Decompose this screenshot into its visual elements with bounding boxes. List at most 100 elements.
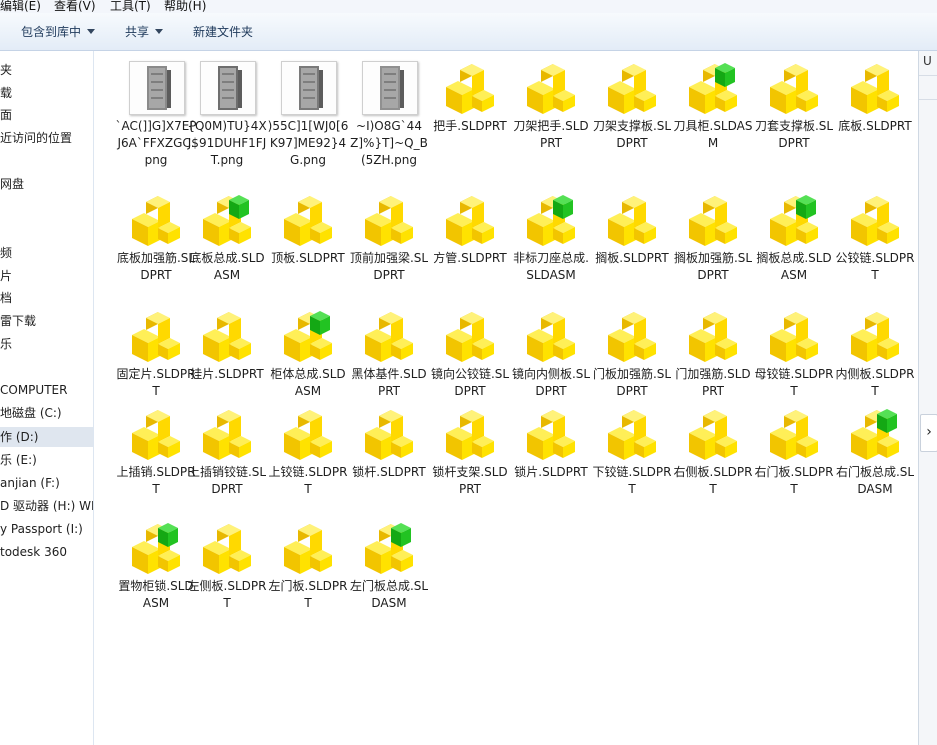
solidworks-part-icon (681, 402, 745, 466)
solidworks-assembly-icon (762, 188, 826, 252)
nav-item[interactable]: 网盘 (0, 174, 93, 194)
nav-item[interactable]: 片 (0, 266, 93, 286)
divider (919, 75, 937, 76)
solidworks-part-icon (519, 402, 583, 466)
solidworks-part-icon (357, 188, 421, 252)
nav-item[interactable]: 雷下载 (0, 311, 93, 331)
file-name-label: 搁板加强筋.SLDPRT (673, 251, 753, 282)
include-in-library-button[interactable]: 包含到库中 (21, 23, 96, 41)
dropdown-arrow-icon (155, 29, 164, 34)
solidworks-part-icon (438, 188, 502, 252)
file-name-label: 右门板.SLDPRT (754, 465, 834, 496)
solidworks-part-icon (357, 304, 421, 368)
file-name-label: 固定片.SLDPRT (116, 367, 196, 398)
nav-item[interactable]: y Passport (I:) (0, 519, 93, 539)
file-name-label: 把手.SLDPRT (433, 119, 507, 133)
nav-item[interactable]: 载 (0, 83, 93, 103)
solidworks-part-icon (600, 304, 664, 368)
new-folder-label: 新建文件夹 (193, 25, 254, 39)
solidworks-part-icon (681, 304, 745, 368)
solidworks-part-icon (762, 56, 826, 120)
share-button[interactable]: 共享 (125, 23, 164, 41)
nav-item[interactable]: 面 (0, 105, 93, 125)
solidworks-part-icon (124, 188, 188, 252)
solidworks-part-icon (357, 402, 421, 466)
command-toolbar: 包含到库中 共享 新建文件夹 (0, 13, 937, 51)
nav-item (0, 220, 93, 240)
file-name-label: 挂片.SLDPRT (190, 367, 264, 381)
file-name-label: 柜体总成.SLDASM (270, 367, 346, 398)
file-name-label: 刀架支撑板.SLDPRT (592, 119, 672, 150)
file-name-label: ~I)O8G`44Z]%}T]~Q_B(5ZH.png (350, 119, 428, 167)
file-name-label: 下铰链.SLDPRT (592, 465, 672, 496)
file-name-label: 刀套支撑板.SLDPRT (754, 119, 834, 150)
nav-item[interactable]: 夹 (0, 60, 93, 80)
solidworks-assembly-icon (276, 304, 340, 368)
file-name-label: 锁杆.SLDPRT (352, 465, 426, 479)
nav-item[interactable]: 地磁盘 (C:) (0, 403, 93, 423)
file-name-label: 门加强筋.SLDPRT (675, 367, 751, 398)
nav-item[interactable]: 作 (D:) (0, 427, 93, 447)
file-name-label: 底板加强筋.SLDPRT (116, 251, 196, 282)
solidworks-part-icon (195, 402, 259, 466)
nav-item[interactable]: todesk 360 (0, 542, 93, 562)
nav-item[interactable]: anjian (F:) (0, 473, 93, 493)
nav-item (0, 151, 93, 171)
file-name-label: 顶前加强梁.SLDPRT (349, 251, 429, 282)
file-name-label: 上插销铰链.SLDPRT (187, 465, 267, 496)
nav-item[interactable]: 近访问的位置 (0, 128, 93, 148)
file-name-label: 刀具柜.SLDASM (673, 119, 753, 150)
file-name-label: 门板加强筋.SLDPRT (592, 367, 672, 398)
solidworks-assembly-icon (124, 516, 188, 580)
file-name-label: 非标刀座总成.SLDASM (513, 251, 589, 282)
solidworks-assembly-icon (681, 56, 745, 120)
image-thumbnail (195, 56, 259, 120)
solidworks-part-icon (843, 188, 907, 252)
file-name-label: 黑体基件.SLDPRT (351, 367, 427, 398)
solidworks-part-icon (276, 188, 340, 252)
file-name-label: 搁板.SLDPRT (595, 251, 669, 265)
solidworks-part-icon (681, 188, 745, 252)
new-folder-button[interactable]: 新建文件夹 (193, 23, 253, 41)
file-name-label: )55C]1[WJ0[6K97]ME92}4G.png (267, 119, 349, 167)
solidworks-part-icon (843, 56, 907, 120)
nav-item[interactable]: 乐 (E:) (0, 450, 93, 470)
details-pane: U (918, 51, 937, 745)
solidworks-assembly-icon (519, 188, 583, 252)
file-list-view: `AC(]]G]X7EPJ6A`FFXZGC.png {Q0M)TU}4XJ$91… (94, 51, 917, 745)
file-name-label: 左侧板.SLDPRT (187, 579, 267, 610)
file-name-label: 锁杆支架.SLDPRT (432, 465, 508, 496)
file-name-label: `AC(]]G]X7EPJ6A`FFXZGC.png (115, 119, 197, 167)
nav-item[interactable]: D 驱动器 (H:) WD (0, 496, 93, 516)
chevron-right-icon[interactable]: › (920, 414, 937, 452)
share-label: 共享 (125, 25, 150, 39)
navigation-pane: 夹载面近访问的位置 网盘频片档雷下载乐 COMPUTER 地磁盘 (C:) 作 (D:)… (0, 51, 94, 745)
menu-view[interactable]: 查看(V) (54, 0, 96, 13)
solidworks-part-icon (843, 304, 907, 368)
nav-item (0, 197, 93, 217)
solidworks-part-icon (600, 188, 664, 252)
solidworks-part-icon (438, 402, 502, 466)
menu-help[interactable]: 帮助(H) (164, 0, 206, 13)
divider (919, 99, 937, 100)
include-in-library-label: 包含到库中 (21, 25, 82, 39)
file-name-label: 顶板.SLDPRT (271, 251, 345, 265)
solidworks-part-icon (519, 304, 583, 368)
solidworks-part-icon (762, 402, 826, 466)
nav-item[interactable]: 档 (0, 288, 93, 308)
file-name-label: 镜向公铰链.SLDPRT (430, 367, 510, 398)
image-thumbnail (124, 56, 188, 120)
details-column-header[interactable]: U (923, 54, 932, 68)
file-name-label: 内侧板.SLDPRT (835, 367, 915, 398)
solidworks-part-icon (276, 516, 340, 580)
nav-item[interactable]: COMPUTER (0, 380, 93, 400)
nav-item[interactable]: 乐 (0, 334, 93, 354)
solidworks-part-icon (600, 402, 664, 466)
file-name-label: 镜向内侧板.SLDPRT (511, 367, 591, 398)
file-name-label: 刀架把手.SLDPRT (513, 119, 589, 150)
file-name-label: {Q0M)TU}4XJ$91DUHF1FJT.png (187, 119, 267, 167)
menu-edit[interactable]: 编辑(E) (0, 0, 41, 13)
nav-item[interactable]: 频 (0, 243, 93, 263)
menu-tools[interactable]: 工具(T) (110, 0, 151, 13)
file-name-label: 底板.SLDPRT (838, 119, 912, 133)
